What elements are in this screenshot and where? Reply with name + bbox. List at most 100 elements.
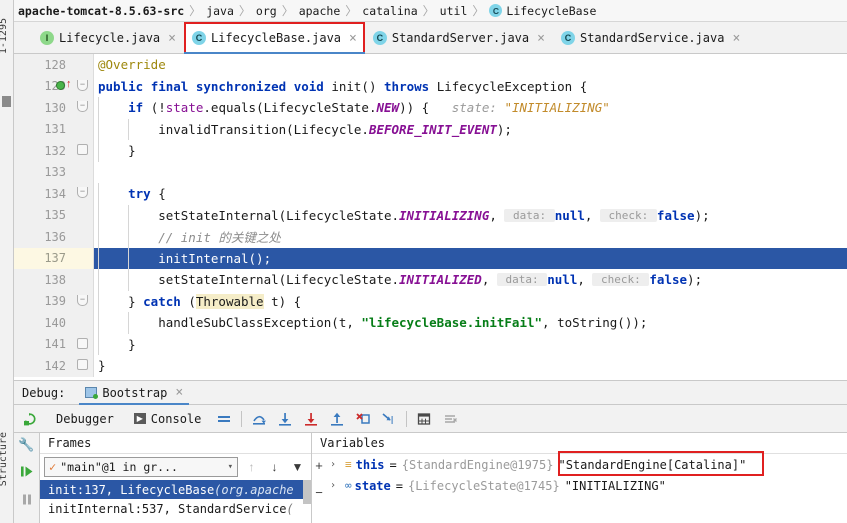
breadcrumb-root[interactable]: apache-tomcat-8.5.63-src: [18, 4, 184, 18]
fold-collapse-icon[interactable]: −: [77, 101, 88, 112]
layout-icon[interactable]: [211, 405, 237, 433]
frames-scrollbar[interactable]: [303, 480, 311, 504]
close-icon[interactable]: ×: [732, 31, 740, 46]
code-line[interactable]: 139− } catch (Throwable t) {: [14, 290, 847, 312]
code-line[interactable]: 141 }: [14, 333, 847, 355]
code-editor[interactable]: 128 @Override 129↑−public final synchroniz…: [14, 54, 847, 380]
rerun-icon[interactable]: [14, 412, 46, 426]
line-number: 139: [14, 290, 72, 312]
fold-gutter: [72, 140, 94, 162]
evaluate-icon[interactable]: [411, 405, 437, 433]
code-line[interactable]: 142}: [14, 355, 847, 377]
frame-down-button[interactable]: ↓: [265, 460, 284, 474]
code-token: setStateInternal(LifecycleState.: [98, 272, 400, 288]
resume-program-icon[interactable]: [20, 465, 34, 481]
code-token: throws: [384, 78, 437, 94]
code-token: LifecycleException {: [436, 78, 588, 94]
variable-value: "StandardEngine[Catalina]": [558, 457, 747, 472]
code-line[interactable]: 134− try {: [14, 183, 847, 205]
frame-row[interactable]: init:137, LifecycleBase (org.apache: [40, 480, 311, 499]
fold-end-icon[interactable]: [77, 144, 88, 155]
code-token: state: [165, 100, 204, 116]
debug-session-tab-bootstrap[interactable]: Bootstrap ×: [79, 380, 190, 405]
debug-session-label: Bootstrap: [102, 385, 168, 400]
breadcrumb-item-catalina[interactable]: catalina: [362, 4, 417, 18]
mute-breakpoints-icon[interactable]: [437, 405, 463, 433]
frame-up-button[interactable]: ↑: [242, 460, 261, 474]
tab-standardservice-java[interactable]: C StandardService.java ×: [553, 22, 748, 54]
code-text: @Override: [98, 54, 166, 76]
fold-end-icon[interactable]: [77, 337, 88, 349]
line-number: 137: [14, 247, 72, 269]
line-number: 133: [14, 161, 72, 183]
fold-collapse-icon[interactable]: −: [77, 79, 88, 91]
breadcrumb-item-util[interactable]: util: [440, 4, 468, 18]
code-line[interactable]: 138 setStateInternal(LifecycleState. INIT…: [14, 269, 847, 291]
pause-program-icon[interactable]: [20, 493, 34, 509]
variable-row-state[interactable]: › ∞ state = {LifecycleState@1745} "INITI…: [312, 475, 847, 496]
fold-collapse-icon[interactable]: −: [77, 187, 88, 198]
drop-frame-icon[interactable]: [350, 405, 376, 433]
tab-lifecycle-java[interactable]: I Lifecycle.java ×: [32, 22, 184, 54]
variable-name: this: [355, 457, 385, 472]
remove-watch-button[interactable]: −: [315, 485, 323, 500]
force-step-into-icon[interactable]: [298, 405, 324, 433]
fold-gutter: −: [72, 75, 94, 97]
step-over-icon[interactable]: [246, 405, 272, 433]
code-text: handleSubClassException(t, "lifecycleBas…: [98, 312, 647, 334]
code-line[interactable]: 140 handleSubClassException(t, "lifecycl…: [14, 312, 847, 334]
breadcrumb-item-apache[interactable]: apache: [299, 4, 341, 18]
code-token: ,: [584, 207, 600, 223]
filter-frames-icon[interactable]: ▼: [288, 460, 307, 474]
tab-lifecyclebase-java[interactable]: C LifecycleBase.java ×: [183, 22, 365, 54]
frames-title: Frames: [40, 433, 311, 454]
tab-standardserver-java[interactable]: C StandardServer.java ×: [365, 22, 553, 54]
fold-end-icon[interactable]: [77, 359, 88, 370]
thread-selector-row: ✓ "main"@1 in gr... ▾ ↑ ↓ ▼: [40, 454, 311, 480]
left-tool-strip: 1-1295 Structure: [0, 0, 14, 523]
code-line[interactable]: 136 // init 的关键之处: [14, 226, 847, 248]
close-icon[interactable]: ×: [175, 385, 183, 400]
step-into-icon[interactable]: [272, 405, 298, 433]
frame-row[interactable]: initInternal:537, StandardService (: [40, 499, 311, 518]
chevron-down-icon[interactable]: ▾: [228, 462, 233, 472]
tab-console[interactable]: ▶ Console: [124, 412, 212, 426]
fold-collapse-icon[interactable]: −: [77, 294, 88, 306]
breadcrumb-leaf[interactable]: LifecycleBase: [506, 4, 596, 18]
code-line[interactable]: 132 }: [14, 140, 847, 162]
tab-debugger[interactable]: Debugger: [46, 412, 124, 426]
code-text: setStateInternal(LifecycleState. INITIALI…: [98, 205, 709, 227]
breadcrumb-item-org[interactable]: org: [256, 4, 277, 18]
close-icon[interactable]: ×: [349, 31, 357, 46]
code-line[interactable]: 130− if (! state .equals(LifecycleState. NE…: [14, 97, 847, 119]
close-icon[interactable]: ×: [537, 31, 545, 46]
code-line[interactable]: 128 @Override: [14, 54, 847, 76]
add-watch-button[interactable]: +: [315, 458, 323, 473]
code-line[interactable]: 129↑−public final synchronized void init…: [14, 75, 847, 97]
step-out-icon[interactable]: [324, 405, 350, 433]
close-icon[interactable]: ×: [168, 31, 176, 46]
code-line[interactable]: 137 initInternal();: [14, 247, 847, 269]
thread-combobox[interactable]: ✓ "main"@1 in gr... ▾: [44, 457, 238, 477]
code-line[interactable]: 135 setStateInternal(LifecycleState. INIT…: [14, 204, 847, 227]
breadcrumb-item-java[interactable]: java: [206, 4, 234, 18]
line-number: 140: [14, 312, 72, 334]
code-text: invalidTransition(Lifecycle. BEFORE_INIT_…: [98, 119, 512, 141]
run-to-cursor-icon[interactable]: [376, 405, 402, 433]
chevron-right-icon[interactable]: ›: [330, 459, 340, 470]
code-token: check:: [592, 273, 650, 287]
fold-gutter: [72, 269, 94, 291]
variable-row-this[interactable]: › ≡ this = {StandardEngine@1975} "Standa…: [312, 454, 847, 475]
breadcrumb-separator-icon: 〉: [345, 4, 358, 18]
code-token: null: [554, 207, 585, 223]
chevron-right-icon[interactable]: ›: [330, 480, 340, 491]
code-line[interactable]: 133: [14, 161, 847, 183]
code-line[interactable]: 131 invalidTransition(Lifecycle. BEFORE_I…: [14, 118, 847, 141]
breakpoint-icon[interactable]: [56, 80, 65, 90]
code-token: try: [128, 186, 159, 202]
settings-wrench-icon[interactable]: 🔧: [18, 437, 34, 453]
fold-gutter: −: [72, 290, 94, 312]
tab-label: StandardService.java: [579, 31, 725, 45]
method-override-arrow-icon[interactable]: ↑: [66, 78, 72, 90]
